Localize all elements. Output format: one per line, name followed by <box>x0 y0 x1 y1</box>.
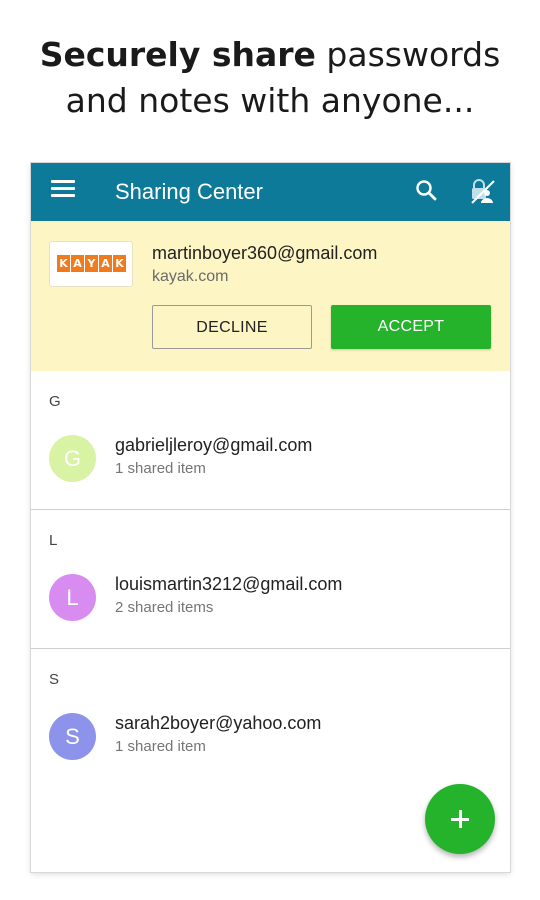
app-screen: Sharing Center K A Y A K martinboyer360@… <box>31 163 510 872</box>
app-bar: Sharing Center <box>31 163 510 221</box>
avatar: L <box>49 574 96 621</box>
shared-count: 2 shared items <box>115 599 214 616</box>
headline-bold: Securely share <box>39 35 316 74</box>
avatar: G <box>49 435 96 482</box>
menu-icon[interactable] <box>51 180 75 204</box>
contact-email: sarah2boyer@yahoo.com <box>115 713 322 733</box>
headline-line-1: Securely share passwords <box>0 32 540 78</box>
accept-button[interactable]: ACCEPT <box>331 305 491 349</box>
decline-button[interactable]: DECLINE <box>152 305 312 349</box>
contact-row[interactable]: L louismartin3212@gmail.com 2 shared ite… <box>31 570 510 630</box>
avatar: S <box>49 713 96 760</box>
search-icon[interactable] <box>413 177 441 205</box>
share-invite-card: K A Y A K martinboyer360@gmail.com kayak… <box>31 221 510 371</box>
contact-row[interactable]: S sarah2boyer@yahoo.com 1 shared item <box>31 709 510 769</box>
kayak-logo: K A Y A K <box>49 241 133 287</box>
section-letter: S <box>49 671 60 688</box>
app-title: Sharing Center <box>115 179 263 204</box>
shared-count: 1 shared item <box>115 460 206 477</box>
contact-email: louismartin3212@gmail.com <box>115 574 343 594</box>
invite-sender-email: martinboyer360@gmail.com <box>152 243 378 263</box>
shared-count: 1 shared item <box>115 738 206 755</box>
kayak-logo-letters: K A Y A K <box>57 255 127 272</box>
headline-rest: passwords <box>315 35 501 74</box>
lock-share-icon[interactable] <box>467 176 497 206</box>
headline-line-2: and notes with anyone... <box>65 81 475 120</box>
section-letter: G <box>49 393 61 410</box>
invite-site-domain: kayak.com <box>152 268 229 285</box>
contact-row[interactable]: G gabrieljleroy@gmail.com 1 shared item <box>31 431 510 491</box>
promo-headline: Securely share passwords and notes with … <box>0 32 540 124</box>
section-letter: L <box>49 532 58 549</box>
contact-section-g: G G gabrieljleroy@gmail.com 1 shared ite… <box>31 371 510 510</box>
contact-section-l: L L louismartin3212@gmail.com 2 shared i… <box>31 510 510 649</box>
contact-section-s: S S sarah2boyer@yahoo.com 1 shared item <box>31 649 510 788</box>
contact-email: gabrieljleroy@gmail.com <box>115 435 313 455</box>
add-share-button[interactable] <box>425 784 495 854</box>
